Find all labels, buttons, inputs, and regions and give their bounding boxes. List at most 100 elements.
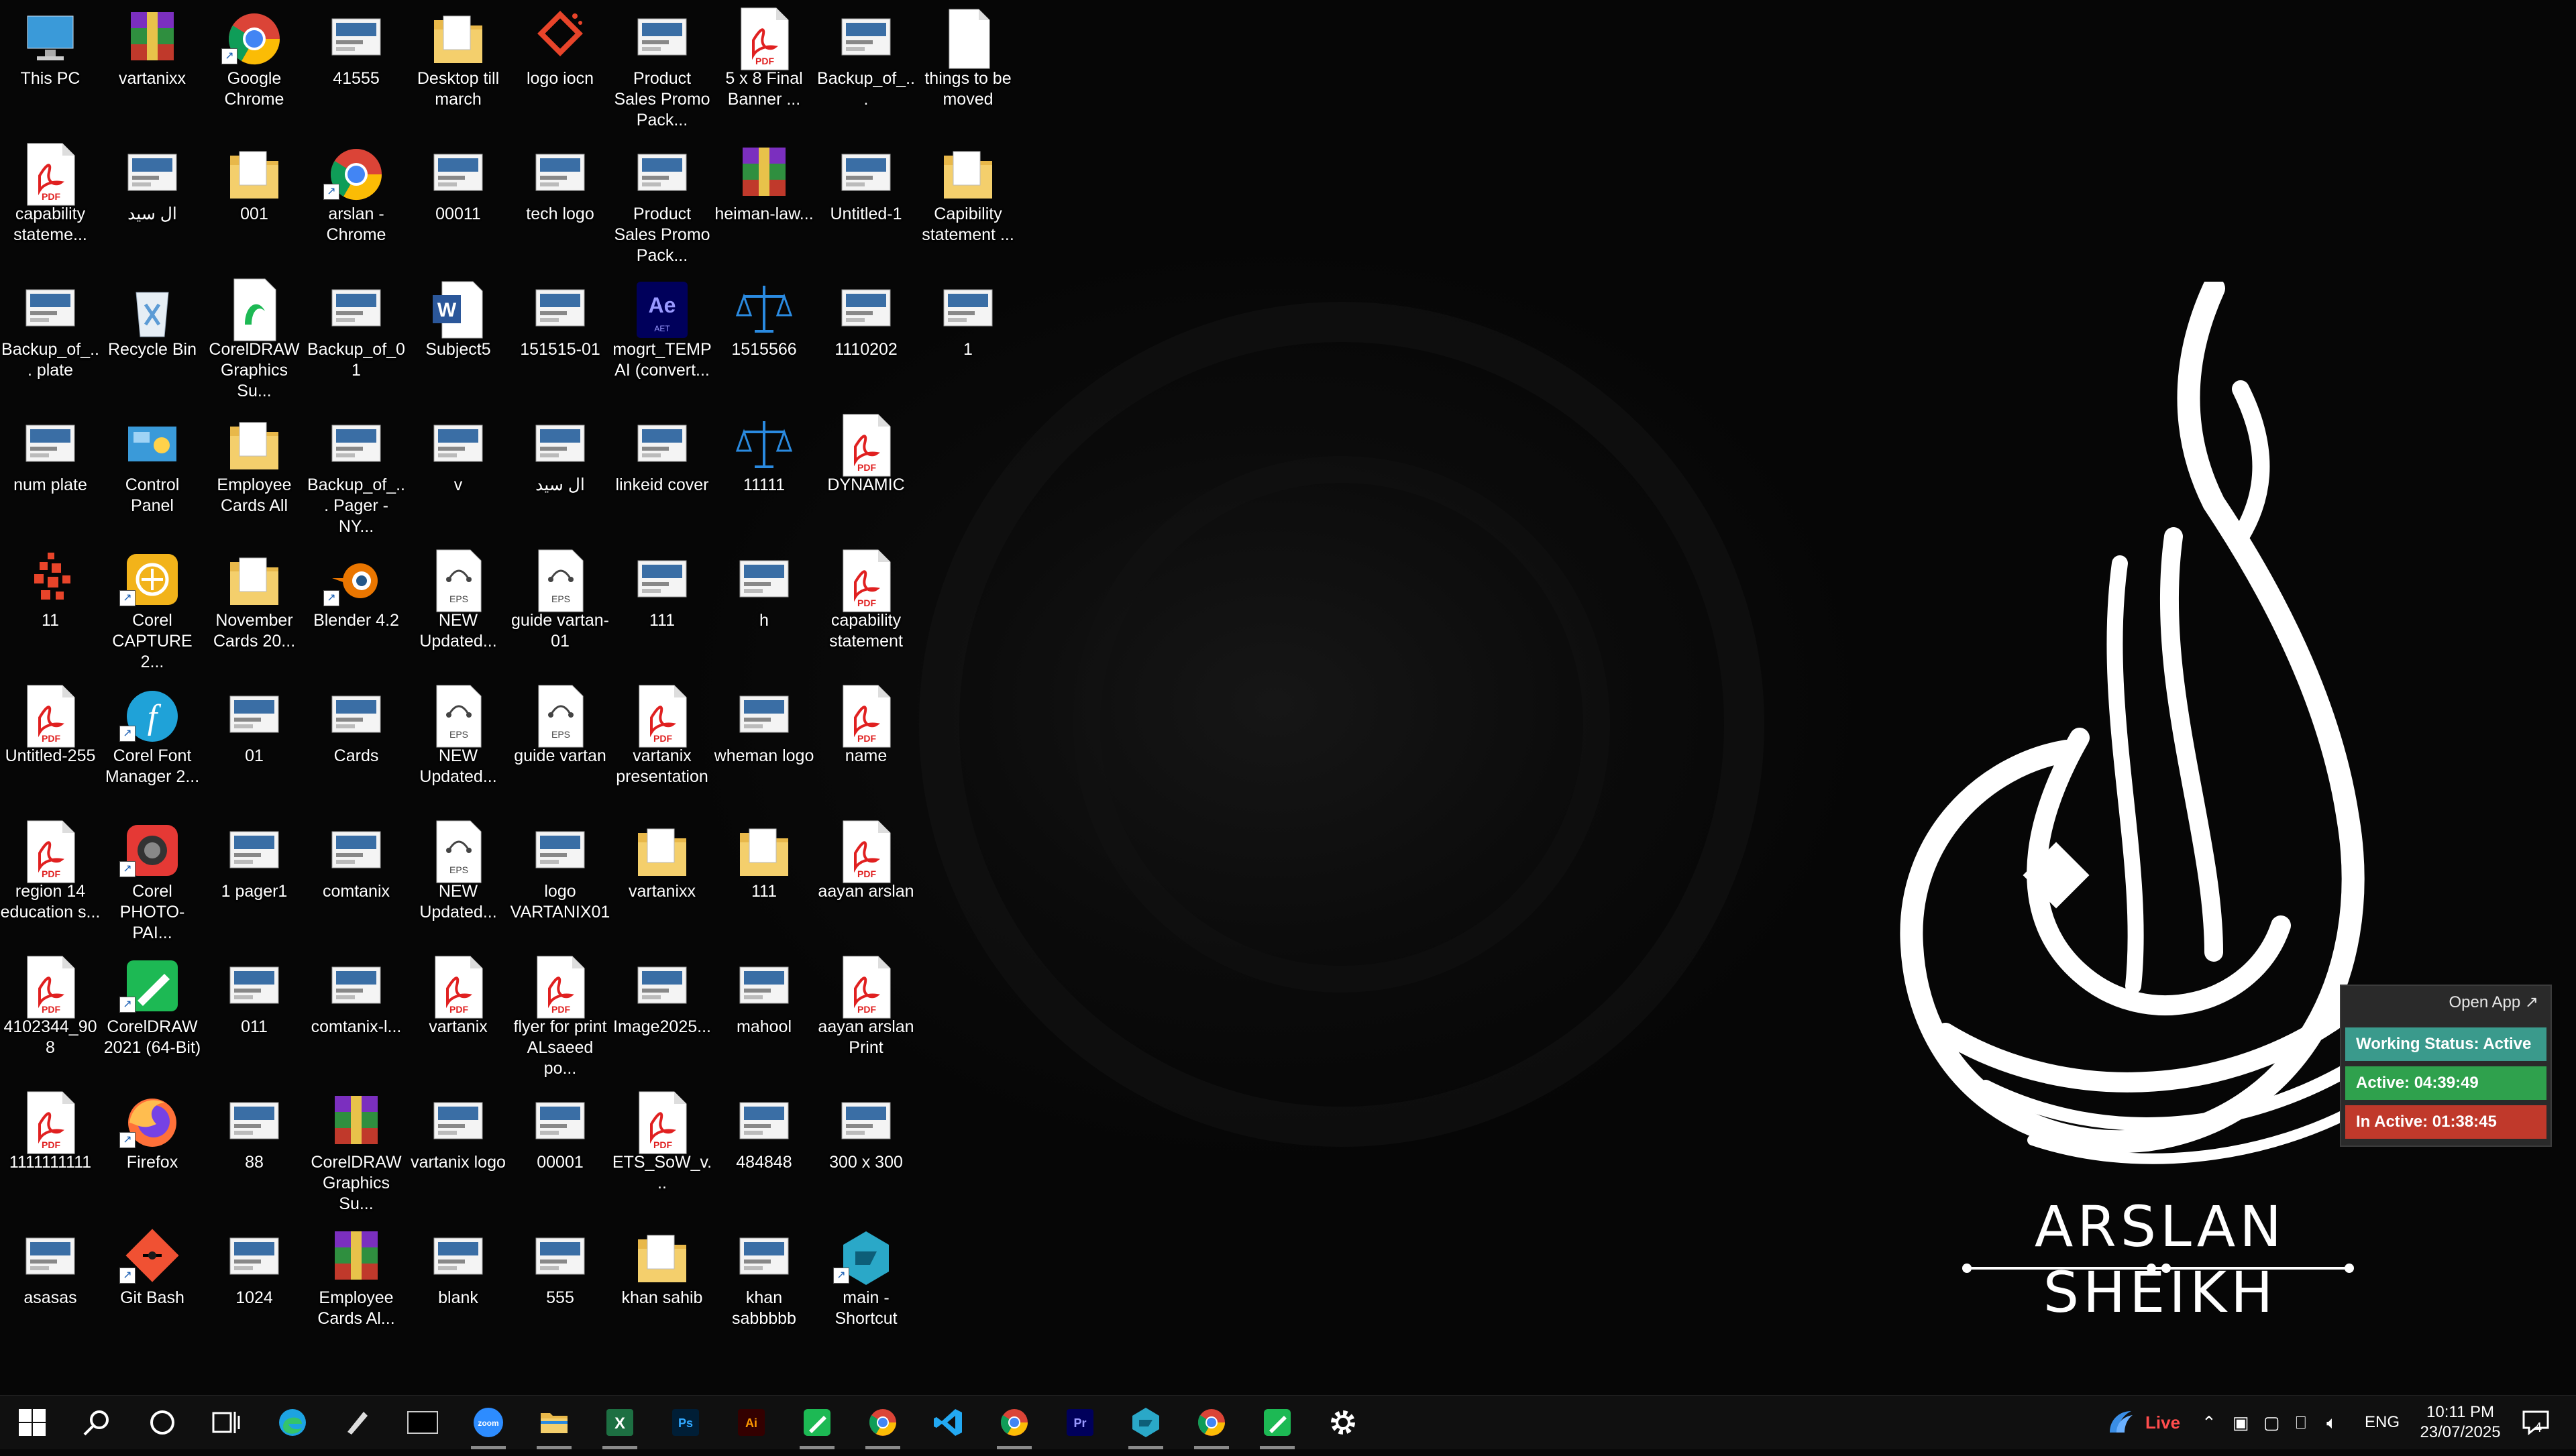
clock[interactable]: 10:11 PM 23/07/2025 — [2415, 1396, 2506, 1456]
app-button[interactable] — [1114, 1396, 1178, 1449]
desktop-icon[interactable]: ↗ Firefox — [102, 1085, 203, 1221]
desktop-icon[interactable]: f ↗ Corel Font Manager 2... — [102, 679, 203, 814]
zoom-button[interactable]: zoom — [456, 1396, 521, 1449]
live-icon[interactable] — [2100, 1396, 2140, 1449]
photoshop-button[interactable]: Ps — [653, 1396, 718, 1449]
desktop-icon[interactable]: khan sabbbbb — [714, 1221, 814, 1356]
desktop-icon[interactable]: vartanixx — [612, 814, 712, 950]
desktop-icon[interactable]: ↗ Blender 4.2 — [306, 543, 407, 679]
desktop-icon[interactable]: EPS guide vartan — [510, 679, 610, 814]
desktop-icon[interactable]: khan sahib — [612, 1221, 712, 1356]
desktop-icon[interactable]: Untitled-1 — [816, 137, 916, 272]
desktop-icon[interactable]: Product Sales Promo Pack... — [612, 1, 712, 137]
desktop-icon[interactable]: Image2025... — [612, 950, 712, 1085]
desktop-icon[interactable]: mahool — [714, 950, 814, 1085]
terminal-button[interactable] — [390, 1396, 455, 1449]
desktop-icon[interactable]: ↗ main - Shortcut — [816, 1221, 916, 1356]
chrome-2-button[interactable] — [1179, 1396, 1244, 1449]
coreldraw-button[interactable] — [785, 1396, 849, 1449]
pen-button[interactable] — [325, 1396, 389, 1449]
desktop-icon[interactable]: ↗ CorelDRAW 2021 (64-Bit) — [102, 950, 203, 1085]
desktop-icon[interactable]: Ae AET mogrt_TEMP AI (convert... — [612, 272, 712, 408]
desktop-icon[interactable]: PDF ETS_SoW_v... — [612, 1085, 712, 1221]
desktop-icon[interactable]: 1110202 — [816, 272, 916, 408]
desktop-icon[interactable]: This PC — [0, 1, 101, 137]
screen-icon[interactable]: ▢ — [2263, 1396, 2280, 1449]
desktop-icon[interactable]: 484848 — [714, 1085, 814, 1221]
desktop-icon[interactable]: comtanix — [306, 814, 407, 950]
desktop-icon[interactable]: 1515566 — [714, 272, 814, 408]
desktop-icon[interactable]: Backup_of_... plate — [0, 272, 101, 408]
desktop-icon[interactable]: PDF capability stateme... — [0, 137, 101, 272]
desktop-icon[interactable]: ال سيد — [102, 137, 203, 272]
desktop-icon[interactable]: EPS guide vartan-01 — [510, 543, 610, 679]
desktop-icon[interactable]: Desktop till march — [408, 1, 508, 137]
desktop-icon[interactable]: ↗ arslan - Chrome — [306, 137, 407, 272]
desktop-icon[interactable]: Employee Cards All — [204, 408, 305, 543]
desktop-icon[interactable]: 1 pager1 — [204, 814, 305, 950]
desktop-icon[interactable]: ↗ Google Chrome — [204, 1, 305, 137]
desktop-icon[interactable]: 1024 — [204, 1221, 305, 1356]
desktop-icon[interactable]: Cards — [306, 679, 407, 814]
desktop-icon[interactable]: ↗ Corel CAPTURE 2... — [102, 543, 203, 679]
edge-button[interactable] — [260, 1396, 325, 1449]
volume-icon[interactable]: 🔈︎ — [2326, 1396, 2337, 1449]
cortana-button[interactable] — [130, 1396, 195, 1449]
desktop-icon[interactable]: 01 — [204, 679, 305, 814]
desktop-icon[interactable]: 011 — [204, 950, 305, 1085]
chrome-button[interactable] — [851, 1396, 915, 1449]
desktop-icon[interactable]: logo iocn — [510, 1, 610, 137]
premiere-button[interactable]: Pr — [1048, 1396, 1112, 1449]
desktop-icon[interactable]: Backup_of_... — [816, 1, 916, 137]
desktop-icon[interactable]: PDF 4102344_908 — [0, 950, 101, 1085]
desktop-icon[interactable]: 00001 — [510, 1085, 610, 1221]
desktop-icon[interactable]: PDF region 14 education s... — [0, 814, 101, 950]
desktop-icon[interactable]: PDF vartanix presentation — [612, 679, 712, 814]
desktop-icon[interactable]: EPS NEW Updated... — [408, 543, 508, 679]
desktop-icon[interactable]: vartanixx — [102, 1, 203, 137]
desktop-icon[interactable]: things to be moved — [918, 1, 1018, 137]
desktop-icon[interactable]: PDF name — [816, 679, 916, 814]
desktop-icon[interactable]: CorelDRAW Graphics Su... — [204, 272, 305, 408]
desktop-icon[interactable]: heiman-law... — [714, 137, 814, 272]
desktop-icon[interactable]: PDF flyer for print ALsaeed po... — [510, 950, 610, 1085]
desktop-icon[interactable]: h — [714, 543, 814, 679]
desktop-icon[interactable]: W Subject5 — [408, 272, 508, 408]
desktop-icon[interactable]: blank — [408, 1221, 508, 1356]
desktop-icon[interactable]: PDF aayan arslan Print — [816, 950, 916, 1085]
desktop-icon[interactable]: num plate — [0, 408, 101, 543]
meet-now-icon[interactable]: ▣ — [2233, 1396, 2249, 1449]
desktop-icon[interactable]: 151515-01 — [510, 272, 610, 408]
desktop-icon[interactable]: v — [408, 408, 508, 543]
desktop-icon[interactable]: 555 — [510, 1221, 610, 1356]
vscode-button[interactable] — [916, 1396, 981, 1449]
desktop-icon[interactable]: asasas — [0, 1221, 101, 1356]
desktop-icon[interactable]: 111 — [714, 814, 814, 950]
desktop-icon[interactable]: 001 — [204, 137, 305, 272]
desktop-icon[interactable]: EPS NEW Updated... — [408, 679, 508, 814]
desktop-icon[interactable]: Employee Cards Al... — [306, 1221, 407, 1356]
desktop-icon[interactable]: vartanix logo — [408, 1085, 508, 1221]
desktop-icon[interactable]: 11 — [0, 543, 101, 679]
desktop-icon[interactable]: Product Sales Promo Pack... — [612, 137, 712, 272]
live-label[interactable]: Live — [2145, 1396, 2180, 1449]
desktop-icon[interactable]: PDF aayan arslan — [816, 814, 916, 950]
desktop-icon[interactable]: 11111 — [714, 408, 814, 543]
desktop-icon[interactable]: Control Panel — [102, 408, 203, 543]
search-button[interactable] — [64, 1396, 129, 1449]
network-icon[interactable]: ⎕ — [2296, 1396, 2306, 1449]
notification-center-icon[interactable]: 4 — [2517, 1396, 2557, 1449]
desktop-icon[interactable]: logo VARTANIX01 — [510, 814, 610, 950]
coreldraw-2-button[interactable] — [1245, 1396, 1309, 1449]
desktop-icon[interactable]: PDF capability statement — [816, 543, 916, 679]
settings-button[interactable] — [1311, 1396, 1375, 1449]
desktop-icon[interactable]: 00011 — [408, 137, 508, 272]
desktop-icon[interactable]: November Cards 20... — [204, 543, 305, 679]
desktop-icon[interactable]: Capibility statement ... — [918, 137, 1018, 272]
desktop-icon[interactable]: ال سيد — [510, 408, 610, 543]
desktop-icon[interactable]: Backup_of_... Pager - NY... — [306, 408, 407, 543]
language-indicator[interactable]: ENG — [2365, 1396, 2400, 1449]
desktop-icon[interactable]: CorelDRAW Graphics Su... — [306, 1085, 407, 1221]
start-button[interactable] — [0, 1396, 64, 1449]
desktop-icon[interactable]: PDF Untitled-255 — [0, 679, 101, 814]
